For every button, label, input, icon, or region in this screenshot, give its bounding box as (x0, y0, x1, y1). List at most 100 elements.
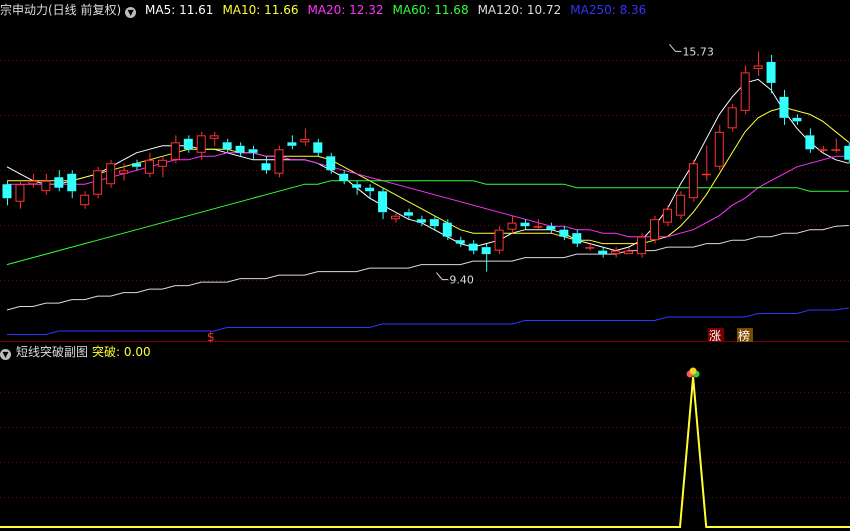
candle-body (391, 215, 400, 220)
candle (546, 222, 556, 234)
candle-body (132, 163, 141, 167)
candle (818, 145, 828, 153)
ma10-line (7, 106, 850, 245)
candle-body (15, 184, 25, 202)
candle-body (144, 159, 154, 174)
candle-body (494, 229, 504, 251)
candle-body (196, 135, 206, 153)
candle (650, 215, 659, 244)
candle (494, 226, 504, 255)
candle-body (209, 135, 219, 139)
candle-body (701, 173, 711, 176)
signal-dot (689, 367, 697, 375)
candle (688, 159, 698, 202)
candle-body (28, 180, 38, 185)
candle-body (183, 138, 193, 150)
candle-body (119, 170, 129, 174)
low-price-pointer (435, 272, 449, 281)
candle-body (727, 107, 737, 129)
candle (844, 142, 850, 164)
candle-body (714, 131, 724, 167)
low-price-label: 9.40 (449, 274, 474, 287)
candle (740, 65, 750, 115)
candle (378, 187, 388, 220)
candle (274, 145, 284, 178)
candle-body (650, 219, 659, 241)
candle-body (403, 212, 413, 216)
candle (455, 236, 465, 248)
candle (41, 173, 51, 195)
candle-body (261, 163, 271, 171)
candle-body (80, 194, 90, 206)
candle-body (170, 142, 180, 160)
candle-body (378, 191, 388, 213)
candle (805, 128, 815, 153)
candle-body (520, 222, 530, 227)
candle-body (235, 145, 245, 153)
candle-body (54, 177, 64, 188)
candle (701, 145, 711, 181)
candle-body (222, 142, 232, 150)
candle-body (326, 156, 336, 171)
candle (196, 131, 206, 160)
candle-body (339, 173, 349, 181)
candle-body (766, 61, 776, 83)
candle (261, 156, 271, 174)
candle-body (675, 194, 685, 216)
candle-body (805, 135, 815, 150)
candle (714, 124, 724, 171)
candle-body (831, 149, 841, 151)
candle (2, 180, 12, 206)
candle (662, 205, 672, 227)
candle-body (844, 145, 850, 160)
candle-body (106, 163, 116, 185)
candle-body (792, 117, 802, 122)
candle-body (624, 250, 634, 255)
candle-body (481, 247, 491, 255)
dollar-marker: $ (207, 330, 215, 344)
candle (326, 152, 336, 174)
candle-body (41, 180, 51, 192)
candle-body (300, 138, 310, 143)
candle-body (274, 149, 284, 174)
breakout-line (0, 376, 850, 528)
ma120-line (6, 225, 849, 311)
candle-body (248, 149, 258, 153)
high-price-label: 15.73 (682, 45, 714, 58)
candle (637, 233, 647, 258)
candle-body (662, 208, 672, 223)
candle-body (313, 142, 323, 153)
candle (598, 247, 608, 258)
candle-body (365, 187, 375, 192)
candle (287, 135, 297, 150)
candle-body (598, 250, 608, 255)
stock-chart[interactable]: 15.73 9.40 $ 涨 榜 (0, 0, 850, 531)
bang-badge: 榜 (738, 328, 750, 343)
candle-body (442, 222, 452, 237)
candle-body (818, 149, 828, 151)
candle (468, 240, 478, 255)
candle-body (559, 229, 569, 237)
candle-body (455, 240, 465, 244)
candle-body (429, 219, 439, 227)
candle (80, 191, 90, 209)
candle (753, 51, 763, 76)
zhang-badge: 涨 (709, 328, 721, 343)
candle-body (533, 226, 543, 228)
candle (533, 219, 543, 230)
candle-body (637, 236, 647, 255)
candle (675, 191, 685, 220)
candle (170, 135, 180, 164)
candle-body (468, 243, 478, 251)
candle (222, 138, 232, 153)
candle (157, 156, 167, 178)
candle-body (157, 159, 167, 167)
candle (15, 180, 25, 209)
candle-body (352, 184, 362, 188)
candle (93, 166, 103, 199)
candle-body (93, 170, 103, 195)
candle-body (688, 163, 698, 199)
candle (132, 159, 141, 171)
candle (727, 103, 737, 132)
candle (520, 219, 530, 230)
